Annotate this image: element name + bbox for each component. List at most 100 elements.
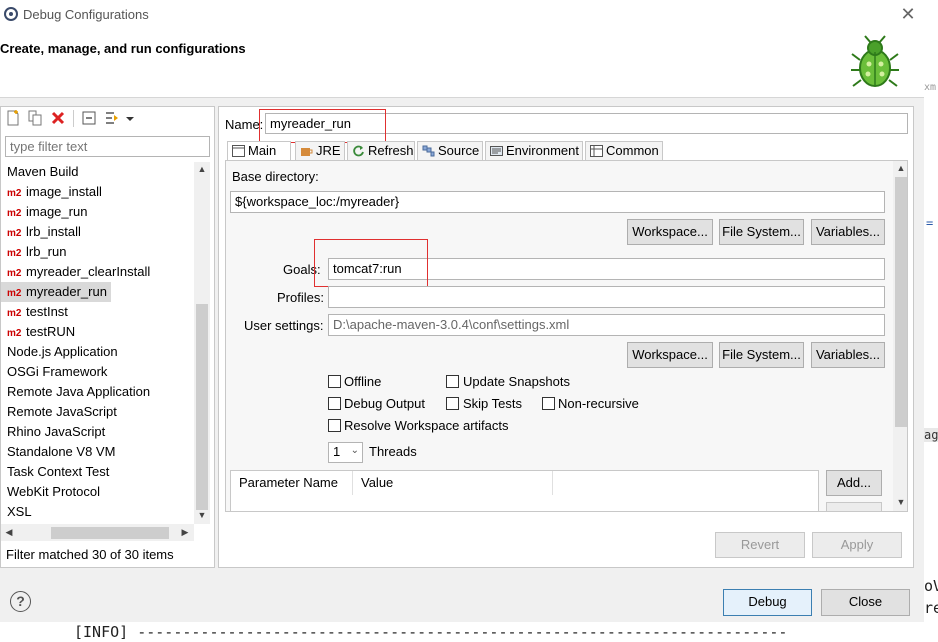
tree-item[interactable]: Remote JavaScript xyxy=(1,402,194,422)
duplicate-icon[interactable] xyxy=(27,110,43,126)
tab-source[interactable]: Source xyxy=(417,141,483,161)
tree-item[interactable]: m2 testInst xyxy=(1,302,194,322)
tab-common[interactable]: Common xyxy=(585,141,663,161)
parameter-name-header[interactable]: Parameter Name xyxy=(231,471,353,495)
left-toolbar xyxy=(1,107,214,131)
debug-button[interactable]: Debug xyxy=(723,589,812,616)
tree-item[interactable]: m2 image_install xyxy=(1,182,194,202)
tree-item-selected[interactable]: m2 myreader_run xyxy=(1,282,111,302)
tree-item-content[interactable]: m2 image_install xyxy=(1,182,102,202)
edit-parameter-button[interactable] xyxy=(826,502,882,511)
tree-item-content[interactable]: Task Context Test xyxy=(1,462,109,482)
tree-item-content[interactable]: OSGi Framework xyxy=(1,362,107,382)
filter-icon[interactable] xyxy=(104,110,120,126)
scroll-down-icon[interactable]: ▼ xyxy=(194,510,210,520)
tree-item[interactable]: m2 image_run xyxy=(1,202,194,222)
tab-main[interactable]: Main xyxy=(227,141,291,162)
tree-item[interactable]: m2 myreader_clearInstall xyxy=(1,262,194,282)
update-snapshots-label: Update Snapshots xyxy=(463,374,570,389)
tree-item-label: image_install xyxy=(26,184,102,199)
tree-item-label: myreader_clearInstall xyxy=(26,264,151,279)
help-icon[interactable]: ? xyxy=(10,591,31,612)
apply-button[interactable]: Apply xyxy=(812,532,902,558)
close-button[interactable]: Close xyxy=(821,589,910,616)
file-system-button-2[interactable]: File System... xyxy=(719,342,804,368)
environment-icon xyxy=(490,146,503,156)
tree-item-content[interactable]: Node.js Application xyxy=(1,342,118,362)
tree-item[interactable]: Rhino JavaScript xyxy=(1,422,194,442)
tree-item-content[interactable]: m2 image_run xyxy=(1,202,87,222)
filter-input[interactable] xyxy=(5,136,210,157)
variables-button[interactable]: Variables... xyxy=(811,219,885,245)
threads-select[interactable]: 1 ⌄ xyxy=(328,442,363,463)
collapse-all-icon[interactable] xyxy=(81,110,97,126)
new-configuration-icon[interactable] xyxy=(5,110,21,126)
file-system-button[interactable]: File System... xyxy=(719,219,804,245)
user-settings-input[interactable]: D:\apache-maven-3.0.4\conf\settings.xml xyxy=(328,314,885,336)
value-header[interactable]: Value xyxy=(353,471,553,495)
close-window-icon[interactable]: ✕ xyxy=(898,4,918,24)
workspace-button[interactable]: Workspace... xyxy=(627,219,713,245)
tree-item-content[interactable]: WebKit Protocol xyxy=(1,482,100,502)
tree-item[interactable]: m2 testRUN xyxy=(1,322,194,342)
debug-output-checkbox[interactable] xyxy=(328,397,341,410)
bg-snippet: xm xyxy=(924,82,937,93)
scroll-left-icon[interactable]: ◀ xyxy=(1,527,17,538)
tree-item-content[interactable]: Standalone V8 VM xyxy=(1,442,115,462)
tree-item[interactable]: Remote Java Application xyxy=(1,382,194,402)
tree-item-content[interactable]: m2 testInst xyxy=(1,302,68,322)
base-directory-input[interactable]: ${workspace_loc:/myreader} xyxy=(230,191,885,213)
tree-item-content[interactable]: Remote JavaScript xyxy=(1,402,117,422)
scroll-right-icon[interactable]: ▶ xyxy=(177,527,193,538)
maven-m2-icon: m2 xyxy=(7,268,22,279)
scroll-up-icon[interactable]: ▲ xyxy=(893,163,907,173)
refresh-icon xyxy=(353,145,364,157)
tree-item-content[interactable]: XSL xyxy=(1,502,32,522)
tab-environment[interactable]: Environment xyxy=(485,141,583,161)
tree-item-content[interactable]: Remote Java Application xyxy=(1,382,150,402)
tree-item[interactable]: Node.js Application xyxy=(1,342,194,362)
tree-item[interactable]: m2 lrb_run xyxy=(1,242,194,262)
tree-item-content[interactable]: Rhino JavaScript xyxy=(1,422,105,442)
tree-item[interactable]: Task Context Test xyxy=(1,462,194,482)
resolve-workspace-checkbox[interactable] xyxy=(328,419,341,432)
tree-item[interactable]: OSGi Framework xyxy=(1,362,194,382)
scroll-up-icon[interactable]: ▲ xyxy=(194,164,210,174)
tab-refresh[interactable]: Refresh xyxy=(347,141,415,161)
add-parameter-button[interactable]: Add... xyxy=(826,470,882,496)
tree-item[interactable]: WebKit Protocol xyxy=(1,482,194,502)
tree-hscroll-thumb[interactable] xyxy=(51,527,169,539)
user-settings-label: User settings: xyxy=(244,318,324,333)
chevron-down-icon[interactable] xyxy=(125,110,135,126)
non-recursive-checkbox[interactable] xyxy=(542,397,555,410)
tree-item-content[interactable]: Maven Build xyxy=(1,162,79,182)
tree-scroll-thumb[interactable] xyxy=(196,304,208,510)
main-tab-content: Base directory: ${workspace_loc:/myreade… xyxy=(225,160,908,512)
offline-checkbox[interactable] xyxy=(328,375,341,388)
tree-item-label: Remote Java Application xyxy=(7,384,151,399)
delete-icon[interactable] xyxy=(50,110,66,126)
tree-item-content[interactable]: m2 lrb_install xyxy=(1,222,81,242)
tree-item[interactable]: m2 lrb_install xyxy=(1,222,194,242)
parameter-table[interactable]: Parameter Name Value xyxy=(230,470,819,511)
tree-item[interactable]: m2 myreader_run xyxy=(1,282,194,302)
name-input[interactable] xyxy=(265,113,908,134)
tree-item-content[interactable]: m2 testRUN xyxy=(1,322,75,342)
goals-input[interactable]: tomcat7:run xyxy=(328,258,885,280)
tree-item[interactable]: Standalone V8 VM xyxy=(1,442,194,462)
toolbar-divider xyxy=(73,110,74,127)
tab-jre[interactable]: JRE xyxy=(295,141,345,161)
tree-item[interactable]: XSL xyxy=(1,502,194,522)
tree-item[interactable]: Maven Build xyxy=(1,162,194,182)
scroll-down-icon[interactable]: ▼ xyxy=(893,497,907,507)
tree-item-content[interactable]: m2 lrb_run xyxy=(1,242,66,262)
profiles-label: Profiles: xyxy=(277,290,324,305)
variables-button-2[interactable]: Variables... xyxy=(811,342,885,368)
revert-button[interactable]: Revert xyxy=(715,532,805,558)
tree-item-content[interactable]: m2 myreader_clearInstall xyxy=(1,262,150,282)
skip-tests-checkbox[interactable] xyxy=(446,397,459,410)
workspace-button-2[interactable]: Workspace... xyxy=(627,342,713,368)
profiles-input[interactable] xyxy=(328,286,885,308)
update-snapshots-checkbox[interactable] xyxy=(446,375,459,388)
content-scroll-thumb[interactable] xyxy=(895,177,907,427)
